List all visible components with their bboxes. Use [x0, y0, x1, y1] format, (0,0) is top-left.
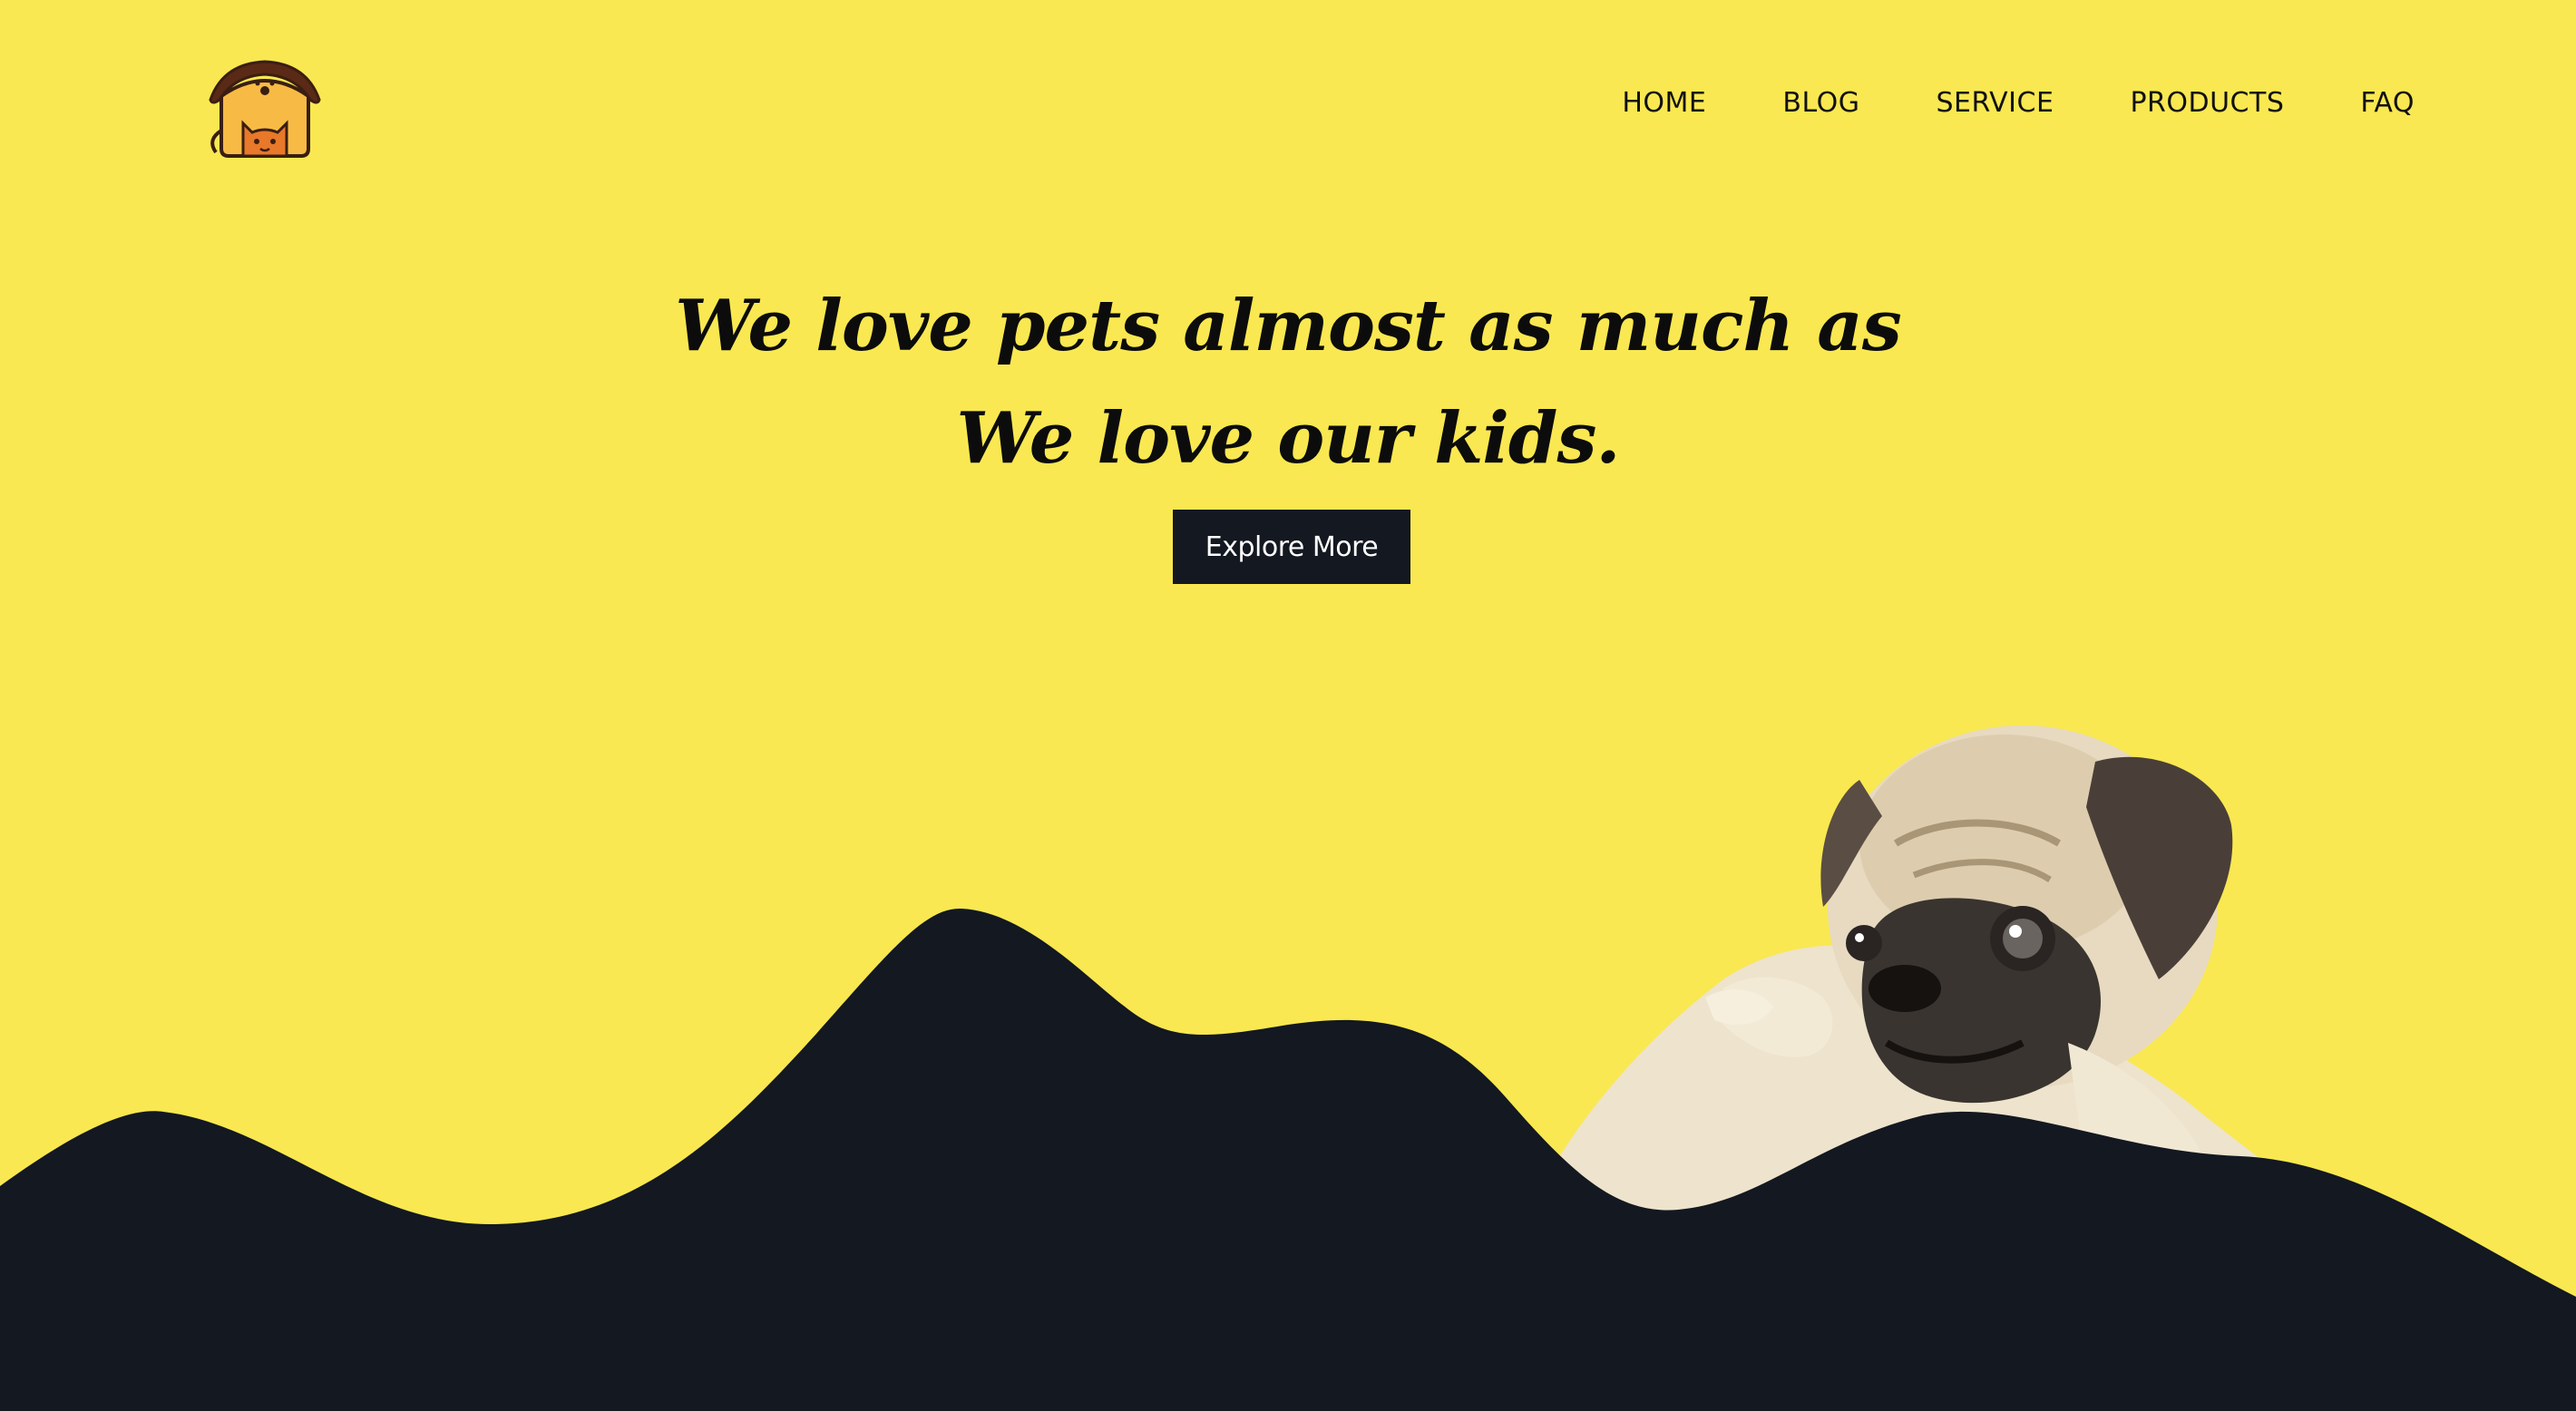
hero-heading: We love pets almost as much as We love o… — [0, 270, 2576, 495]
landing-page: HOME BLOG SERVICE PRODUCTS FAQ We love p… — [0, 0, 2576, 1411]
nav-home[interactable]: HOME — [1622, 87, 1706, 119]
explore-more-button[interactable]: Explore More — [1173, 510, 1410, 584]
hero-line-2: We love our kids. — [956, 397, 1620, 480]
nav-products[interactable]: PRODUCTS — [2130, 87, 2284, 119]
nav-service[interactable]: SERVICE — [1936, 87, 2054, 119]
main-nav: HOME BLOG SERVICE PRODUCTS FAQ — [1622, 87, 2415, 119]
hero-scene — [0, 725, 2576, 1411]
nav-faq[interactable]: FAQ — [2360, 87, 2415, 119]
nav-blog[interactable]: BLOG — [1782, 87, 1859, 119]
pet-house-logo-icon[interactable] — [205, 58, 325, 161]
hero-line-1: We love pets almost as much as — [675, 285, 1902, 367]
